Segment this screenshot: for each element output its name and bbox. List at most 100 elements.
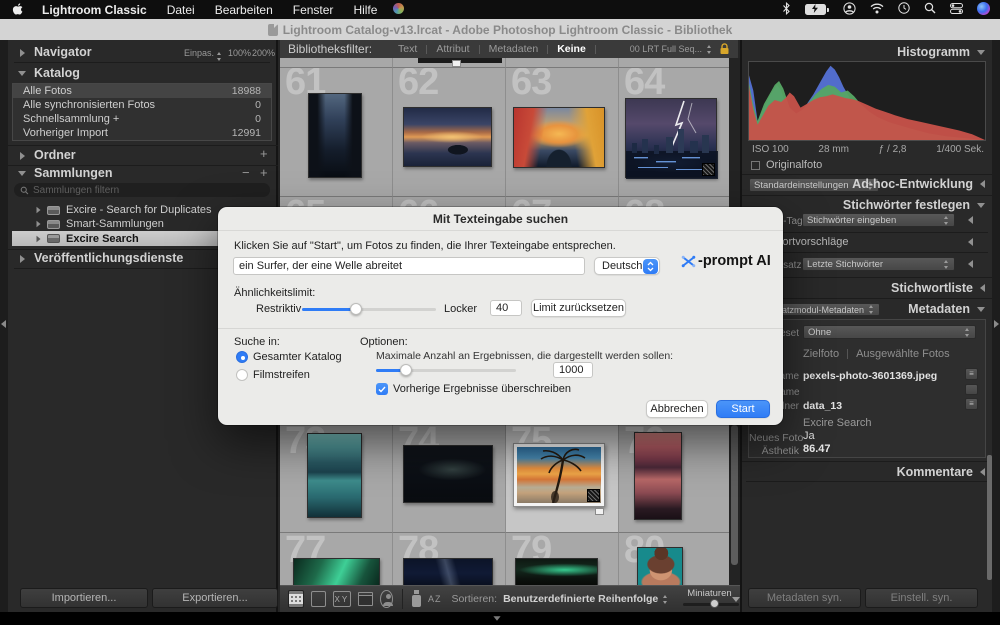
expand-icon[interactable] (968, 260, 973, 268)
grid-cell-77[interactable]: 77 (280, 533, 393, 585)
right-panel-scrollbar-thumb[interactable] (987, 455, 992, 580)
checkbox-box[interactable] (751, 161, 760, 170)
overwrite-checkbox[interactable] (376, 383, 388, 395)
photo-thumbnail-teal-lake[interactable] (307, 433, 362, 518)
right-panel-gutter[interactable] (992, 40, 1000, 612)
grid-cell-partial[interactable] (506, 58, 619, 68)
sync-metadata-button[interactable]: Metadaten syn. (748, 588, 861, 608)
grid-cell-73[interactable]: 73 (280, 425, 393, 533)
photo-thumbnail-aurora-landscape[interactable] (515, 558, 598, 585)
photo-thumbnail-sunset-boat[interactable] (403, 107, 492, 167)
copyname-action-button[interactable] (965, 384, 978, 395)
filter-option-metadaten[interactable]: Metadaten (480, 43, 548, 55)
sync-settings-button[interactable]: Einstell. syn. (865, 588, 978, 608)
catalog-row-quick-collection[interactable]: Schnellsammlung + 0 (13, 112, 271, 126)
navigator-zoom-100[interactable]: 100% (228, 48, 251, 58)
language-select[interactable]: Deutsch (594, 257, 660, 275)
toolbar-options-chevron-icon[interactable] (732, 597, 740, 602)
sticker-badge[interactable] (452, 60, 461, 67)
original-photo-checkbox[interactable]: Originalfoto (751, 159, 822, 171)
publish-expand-icon[interactable] (20, 255, 25, 263)
thumbnail-slider-thumb[interactable] (710, 599, 719, 608)
filter-lock-icon[interactable] (719, 43, 730, 55)
catalog-row-synced[interactable]: Alle synchronisierten Fotos 0 (13, 98, 271, 112)
folder-action-button[interactable]: ≡ (965, 398, 978, 410)
people-view-icon[interactable] (380, 590, 393, 608)
selected-photos-button[interactable]: Ausgewählte Fotos (856, 348, 950, 360)
grid-cell-62[interactable]: 62 (393, 68, 506, 197)
photo-thumbnail-palm-sunset[interactable] (517, 447, 601, 503)
add-collection-button[interactable]: + (260, 165, 268, 180)
expand-icon[interactable] (968, 238, 973, 246)
filter-option-text[interactable]: Text (389, 43, 426, 55)
grid-cell-80[interactable]: 80 (619, 533, 730, 585)
siri-icon[interactable] (970, 2, 1000, 18)
filter-option-attribut[interactable]: Attribut (427, 43, 478, 55)
menu-bearbeiten[interactable]: Bearbeiten (205, 3, 283, 17)
photo-thumbnail-aurora-closeup[interactable] (293, 558, 380, 585)
menu-fenster[interactable]: Fenster (283, 3, 344, 17)
scope-catalog-radio[interactable] (236, 351, 248, 363)
menu-hilfe[interactable]: Hilfe (343, 3, 387, 17)
battery-charging-icon[interactable] (798, 4, 836, 15)
menu-datei[interactable]: Datei (157, 3, 205, 17)
navigator-header[interactable]: Navigator (34, 45, 92, 59)
collection-badge-icon[interactable] (587, 489, 600, 502)
grid-view-icon[interactable] (288, 590, 304, 608)
grid-cell-74[interactable]: 74 (393, 425, 506, 533)
grid-cell-75-selected[interactable]: 75 (506, 425, 619, 533)
collapse-right-panel-icon[interactable] (994, 320, 999, 328)
grid-cell-76[interactable]: 76 (619, 425, 730, 533)
photo-thumbnail-milky-way[interactable] (403, 558, 493, 585)
wifi-icon[interactable] (863, 3, 891, 17)
grid-cell-64[interactable]: 64 (619, 68, 730, 197)
publish-header[interactable]: Veröffentlichungsdienste (34, 251, 183, 265)
selected-photo-frame[interactable] (513, 443, 605, 507)
photo-thumbnail-canal-houses[interactable] (513, 107, 605, 168)
filename-action-button[interactable]: ≡ (965, 368, 978, 380)
grid-cell-61[interactable]: 61 (280, 68, 393, 197)
max-results-slider-thumb[interactable] (400, 364, 412, 376)
histogram-graph[interactable] (748, 61, 986, 141)
survey-view-icon[interactable] (358, 592, 373, 606)
similarity-slider-thumb[interactable] (350, 303, 362, 315)
menu-app-name[interactable]: Lightroom Classic (32, 3, 157, 17)
apple-menu[interactable] (0, 3, 32, 17)
add-folder-button[interactable]: + (260, 146, 268, 161)
left-panel-gutter[interactable] (0, 40, 8, 612)
filter-preset-select[interactable]: 00 LRT Full Seq... (630, 44, 702, 54)
catalog-row-all-photos[interactable]: Alle Fotos 18988 (13, 84, 271, 98)
collections-header[interactable]: Sammlungen (34, 166, 113, 180)
scope-filmstrip-radio[interactable] (236, 369, 248, 381)
catalog-collapse-icon[interactable] (18, 71, 26, 76)
photo-thumbnail-city-lightning[interactable] (625, 98, 717, 178)
grid-cell-partial[interactable] (619, 58, 730, 68)
max-results-input[interactable] (553, 362, 593, 378)
grid-cell-78[interactable]: 78 (393, 533, 506, 585)
catalog-header[interactable]: Katalog (34, 66, 80, 80)
histogram-header[interactable]: Histogramm (742, 45, 985, 59)
search-query-input[interactable] (233, 257, 585, 275)
start-button[interactable]: Start (716, 400, 770, 418)
navigator-zoom-200[interactable]: 200% (252, 48, 275, 58)
export-button[interactable]: Exportieren... (152, 588, 278, 608)
grid-cell-79[interactable]: 79 (506, 533, 619, 585)
expand-icon[interactable] (37, 207, 41, 213)
photo-thumbnail-pink-sunset[interactable] (634, 432, 682, 520)
folders-header[interactable]: Ordner (34, 148, 76, 162)
collection-badge-icon[interactable] (702, 163, 715, 176)
photo-thumbnail-city-street[interactable] (308, 93, 362, 178)
photo-thumbnail-portrait-teal[interactable] (637, 547, 683, 585)
photo-thumbnail-dark-landscape[interactable] (403, 445, 493, 503)
navigator-fit-option[interactable]: Einpas. (184, 48, 214, 58)
remove-collection-button[interactable]: − (242, 165, 250, 180)
metadata-preset-select[interactable]: Ohne (803, 325, 976, 339)
control-center-icon[interactable] (943, 3, 970, 17)
navigator-expand-icon[interactable] (20, 49, 25, 57)
filter-preset-stepper[interactable] (706, 45, 713, 54)
catalog-row-previous-import[interactable]: Vorheriger Import 12991 (13, 126, 271, 140)
bluetooth-icon[interactable] (775, 2, 798, 18)
keyword-set-select[interactable]: Letzte Stichwörter (802, 257, 955, 271)
keyword-tags-select[interactable]: Stichwörter eingeben (802, 213, 955, 227)
dialog-title-bar[interactable]: Mit Texteingabe suchen (218, 207, 783, 231)
